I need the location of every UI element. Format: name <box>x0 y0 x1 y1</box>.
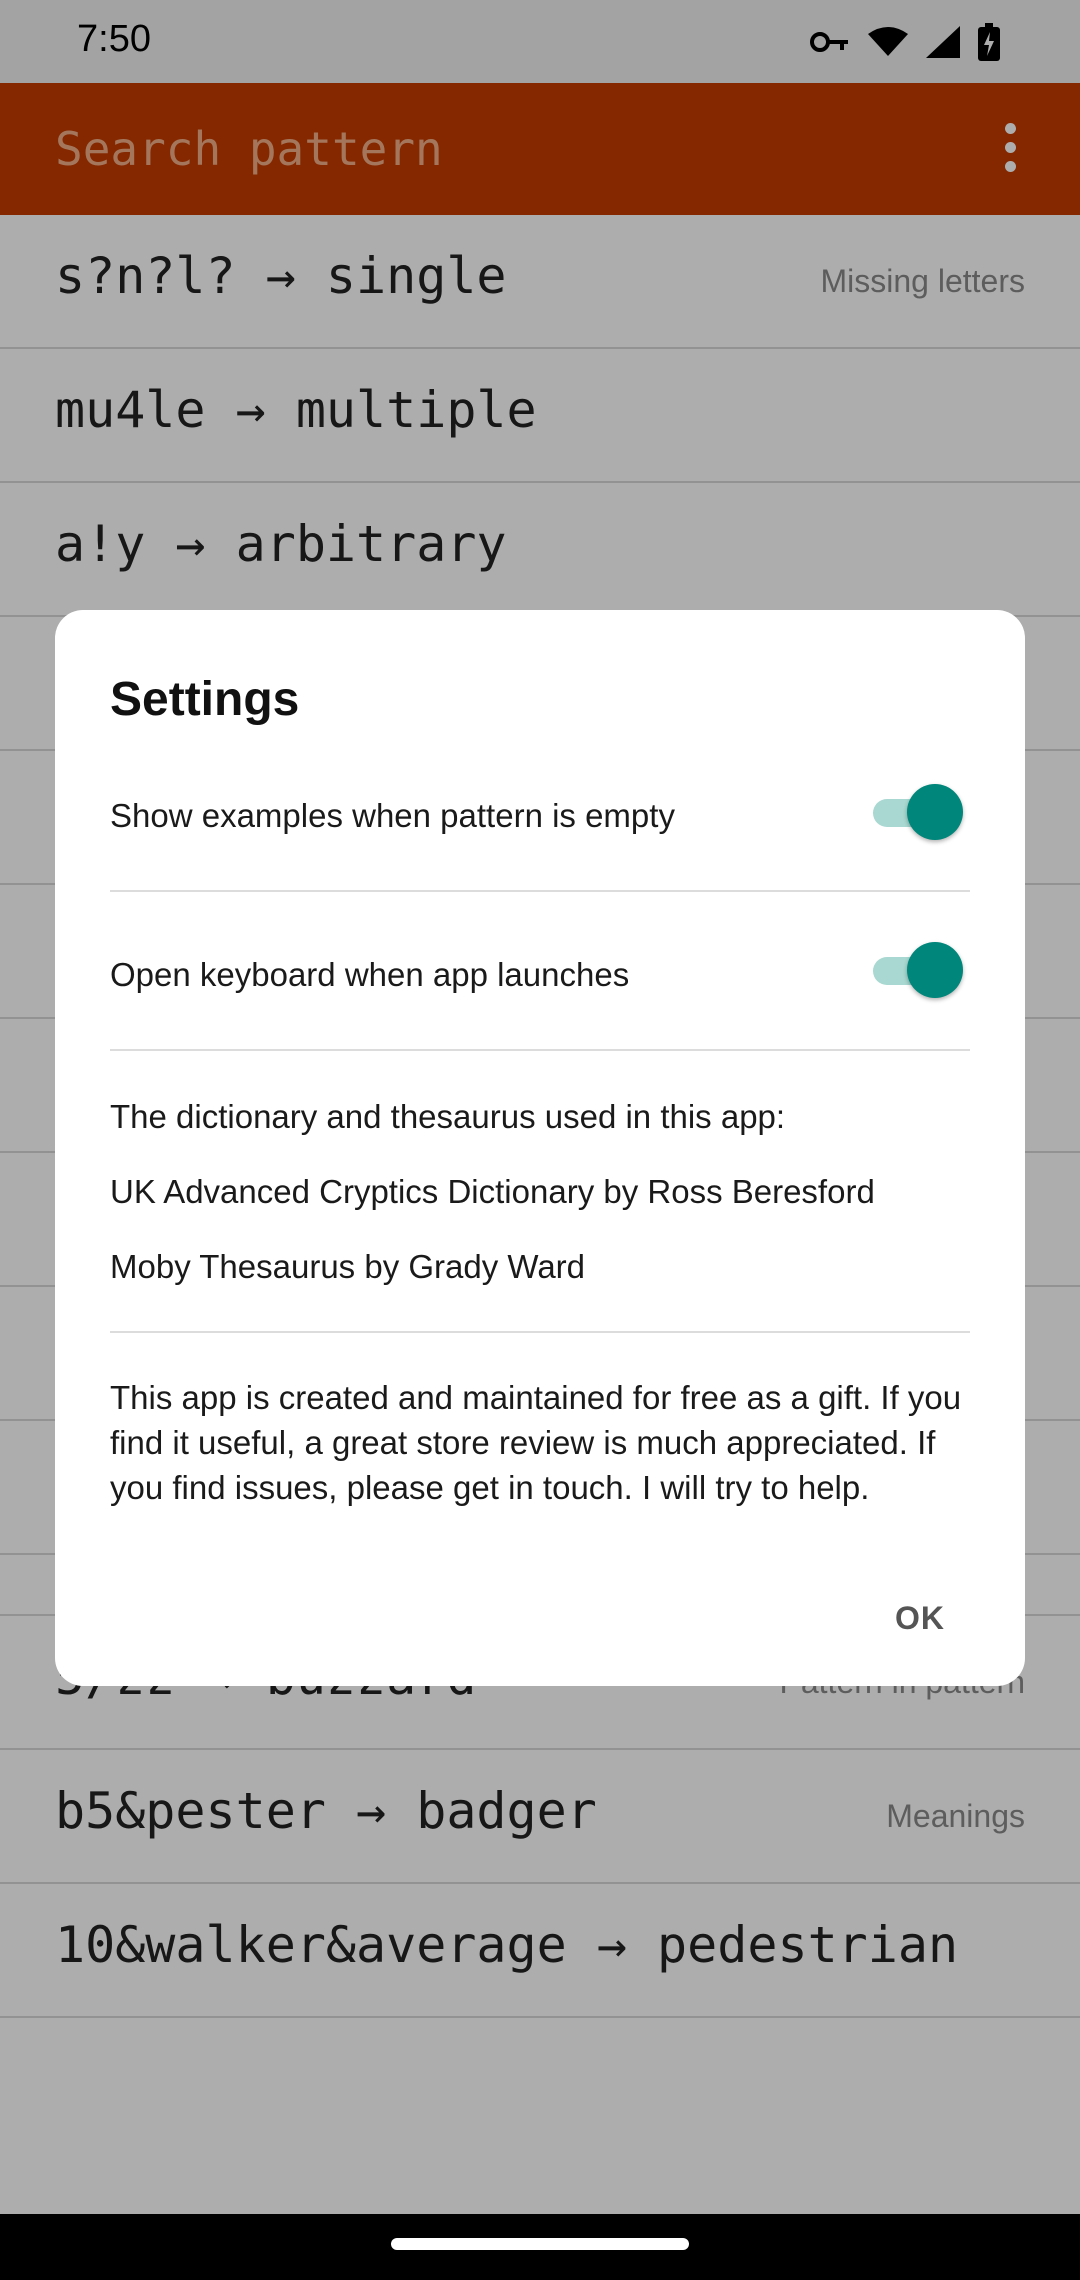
settings-dialog: Settings Show examples when pattern is e… <box>55 610 1025 1686</box>
divider <box>110 1049 970 1051</box>
dictionary-info-heading: The dictionary and thesaurus used in thi… <box>110 1098 786 1135</box>
ok-button[interactable]: OK <box>895 1600 945 1637</box>
divider <box>110 890 970 892</box>
dictionary-source: UK Advanced Cryptics Dictionary by Ross … <box>110 1173 875 1210</box>
switch-thumb <box>907 784 963 840</box>
dialog-title: Settings <box>110 673 300 726</box>
gift-message: This app is created and maintained for f… <box>110 1379 962 1506</box>
show-examples-switch[interactable] <box>873 782 965 842</box>
navigation-bar <box>0 2214 1080 2280</box>
divider <box>110 1331 970 1333</box>
switch-thumb <box>907 942 963 998</box>
open-keyboard-switch[interactable] <box>873 940 965 1000</box>
home-gesture-handle[interactable] <box>391 2238 689 2250</box>
setting-show-examples-label: Show examples when pattern is empty <box>110 797 675 834</box>
setting-open-keyboard-label: Open keyboard when app launches <box>110 956 630 993</box>
thesaurus-source: Moby Thesaurus by Grady Ward <box>110 1248 586 1285</box>
